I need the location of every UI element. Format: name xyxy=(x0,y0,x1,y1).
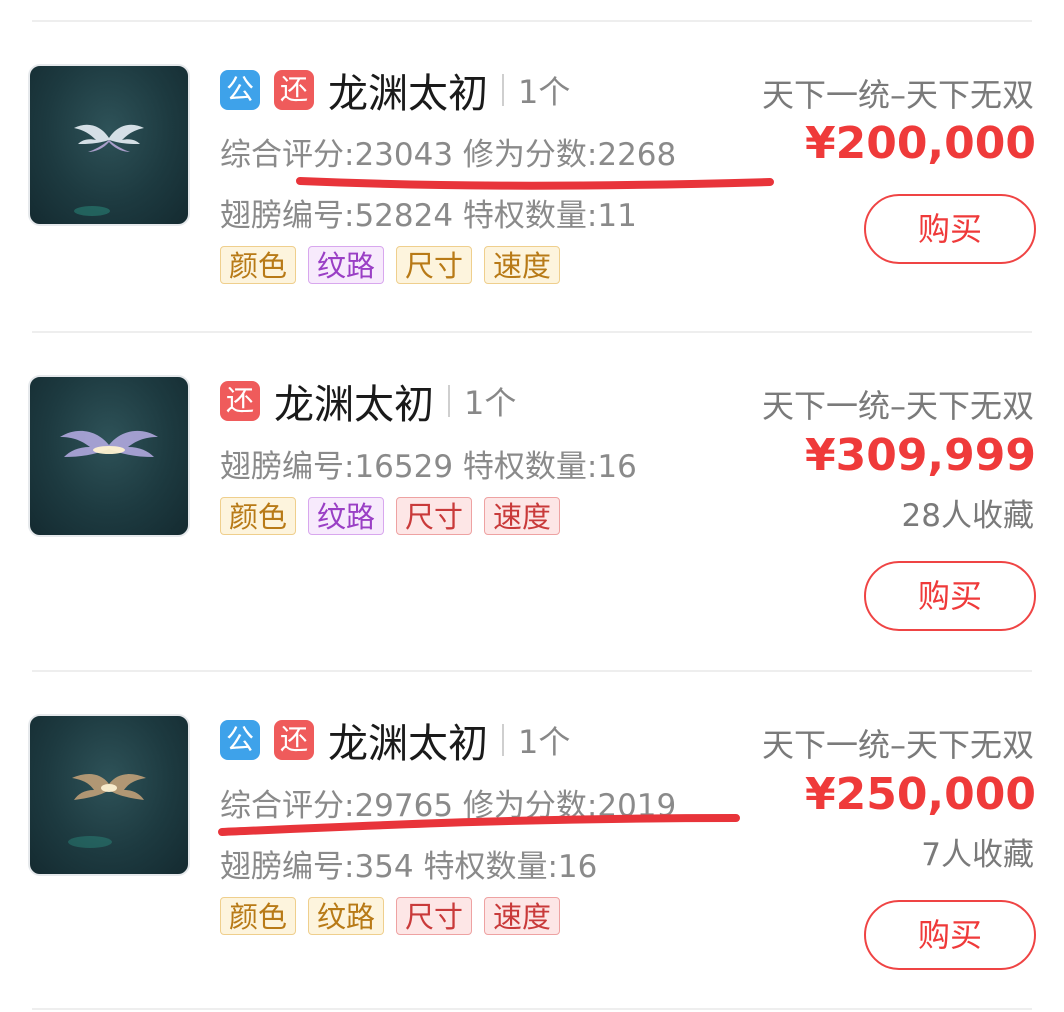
tag-color: 颜色 xyxy=(220,246,297,284)
wing-info-line: 翅膀编号:354 特权数量:16 xyxy=(220,849,598,885)
return-badge: 还 xyxy=(220,381,260,421)
item-count: 1个 xyxy=(518,723,571,761)
buy-button[interactable]: 购买 xyxy=(864,900,1036,970)
price: ¥250,000 xyxy=(804,769,1036,820)
wing-thumbnail[interactable] xyxy=(28,375,190,537)
favorites-count: 7人收藏 xyxy=(921,837,1034,873)
item-name: 龙渊太初 xyxy=(328,71,488,117)
divider-top xyxy=(32,20,1032,22)
item-name: 龙渊太初 xyxy=(274,382,434,428)
wing-info-line: 翅膀编号:16529 特权数量:16 xyxy=(220,449,637,485)
tag-color: 颜色 xyxy=(220,897,297,935)
wing-icon xyxy=(68,774,146,848)
tag-size: 尺寸 xyxy=(396,497,473,535)
item-count: 1个 xyxy=(518,73,571,111)
server-name: 天下一统–天下无双 xyxy=(761,76,1034,114)
separator xyxy=(448,385,450,417)
attribute-tags: 颜色 纹路 尺寸 速度 xyxy=(220,497,572,535)
wing-info-line: 翅膀编号:52824 特权数量:11 xyxy=(220,198,637,234)
tag-pattern: 纹路 xyxy=(308,497,385,535)
separator xyxy=(502,724,504,756)
attribute-tags: 颜色 纹路 尺寸 速度 xyxy=(220,897,572,935)
divider xyxy=(32,670,1032,672)
tag-speed: 速度 xyxy=(484,897,561,935)
tag-speed: 速度 xyxy=(484,497,561,535)
buy-button[interactable]: 购买 xyxy=(864,194,1036,264)
separator xyxy=(502,74,504,106)
server-name: 天下一统–天下无双 xyxy=(761,387,1034,425)
score-line: 综合评分:23043 修为分数:2268 xyxy=(220,137,677,173)
tag-size: 尺寸 xyxy=(396,246,473,284)
wing-icon xyxy=(74,124,144,216)
tag-pattern: 纹路 xyxy=(308,897,385,935)
price: ¥200,000 xyxy=(804,118,1036,169)
tag-speed: 速度 xyxy=(484,246,561,284)
return-badge: 还 xyxy=(274,720,314,760)
attribute-tags: 颜色 纹路 尺寸 速度 xyxy=(220,246,572,284)
favorites-count: 28人收藏 xyxy=(901,498,1034,534)
wing-icon xyxy=(60,430,158,457)
return-badge: 还 xyxy=(274,70,314,110)
score-line: 综合评分:29765 修为分数:2019 xyxy=(220,788,677,824)
wing-thumbnail[interactable] xyxy=(28,714,190,876)
public-badge: 公 xyxy=(220,720,260,760)
server-name: 天下一统–天下无双 xyxy=(761,726,1034,764)
tag-pattern: 纹路 xyxy=(308,246,385,284)
item-count: 1个 xyxy=(464,384,517,422)
buy-button[interactable]: 购买 xyxy=(864,561,1036,631)
price: ¥309,999 xyxy=(804,430,1036,481)
tag-size: 尺寸 xyxy=(396,897,473,935)
public-badge: 公 xyxy=(220,70,260,110)
underline-stroke xyxy=(296,177,774,190)
wing-thumbnail[interactable] xyxy=(28,64,190,226)
divider xyxy=(32,1008,1032,1010)
tag-color: 颜色 xyxy=(220,497,297,535)
divider xyxy=(32,331,1032,333)
item-name: 龙渊太初 xyxy=(328,721,488,767)
